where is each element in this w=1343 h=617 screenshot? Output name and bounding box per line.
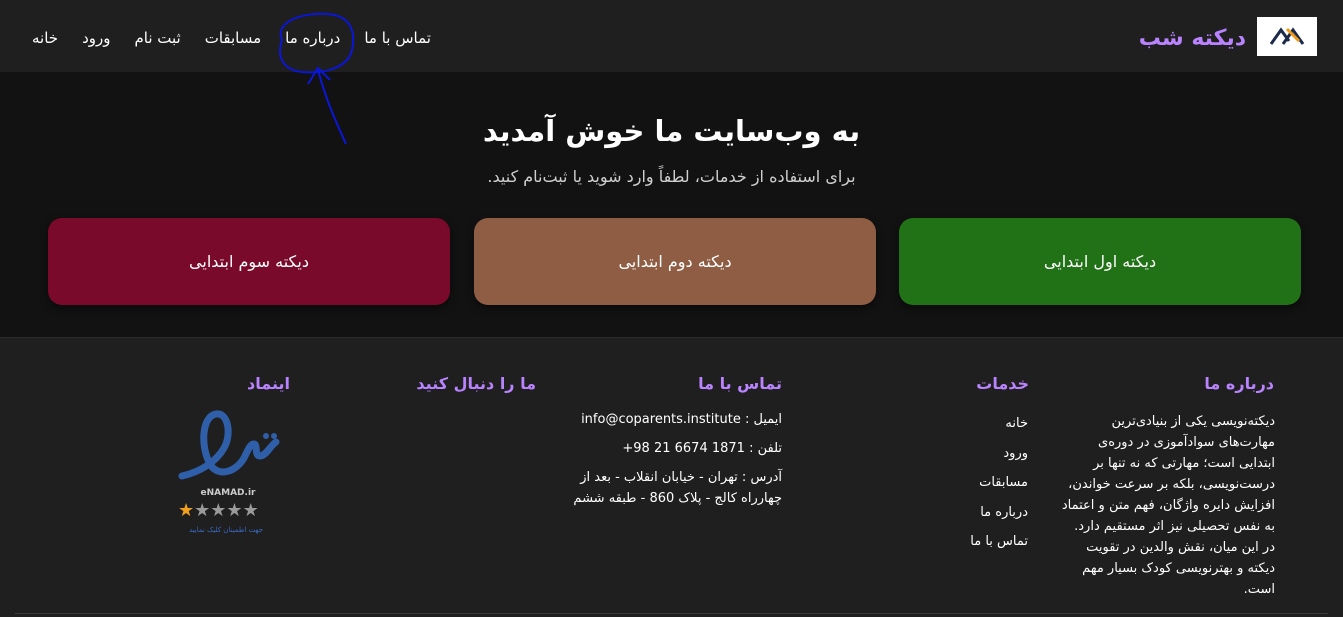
footer-contact-block: ایمیل : info@coparents.institute تلفن : …: [560, 409, 782, 517]
hero-title: به وب‌سایت ما خوش آمدید: [482, 114, 861, 148]
nav-link-register[interactable]: ثبت نام: [122, 24, 192, 54]
footer-services-title: خدمات: [976, 374, 1029, 393]
footer-divider: [15, 613, 1328, 614]
card-dictation-grade-3[interactable]: دیکته سوم ابتدایی: [48, 218, 450, 305]
enamad-logo-icon: [178, 410, 280, 480]
enamad-brand-word: eNAMAD.ir: [200, 488, 256, 498]
site-footer: درباره ما دیکته‌نویسی یکی از بنیادی‌ترین…: [0, 337, 1343, 617]
nav-link-home[interactable]: خانه: [20, 24, 70, 54]
star-empty-icon: ★: [210, 500, 227, 521]
footer-service-login[interactable]: ورود: [900, 439, 1028, 469]
footer-service-about[interactable]: درباره ما: [900, 498, 1028, 528]
star-empty-icon: ★: [226, 500, 243, 521]
enamad-rating-stars: ★★★★★: [178, 502, 278, 520]
nav-link-contact[interactable]: تماس با ما: [352, 24, 443, 54]
contact-address: آدرس : تهران - خیابان انقلاب - بعد از چه…: [573, 470, 782, 506]
logo-mark-icon: [1269, 27, 1305, 45]
footer-about-title: درباره ما: [1204, 374, 1274, 393]
enamad-badge[interactable]: eNAMAD.ir ★★★★★ جهت اطمینان کلیک نمایید: [170, 406, 282, 538]
star-empty-icon: ★: [242, 500, 259, 521]
nav-link-login[interactable]: ورود: [70, 24, 122, 54]
footer-about-text: دیکته‌نویسی یکی از بنیادی‌ترین مهارت‌های…: [1061, 414, 1275, 597]
star-filled-icon: ★: [178, 500, 195, 521]
footer-contact-title: تماس با ما: [698, 374, 782, 393]
footer-service-home[interactable]: خانه: [900, 409, 1028, 439]
contact-email[interactable]: ایمیل : info@coparents.institute: [560, 409, 782, 430]
nav-links: خانه ورود ثبت نام مسابقات درباره ما تماس…: [20, 24, 443, 54]
contact-phone: تلفن : 1871 6674 21 98+: [622, 441, 782, 456]
card-dictation-grade-1[interactable]: دیکته اول ابتدایی: [899, 218, 1301, 305]
site-brand[interactable]: دیکته شب: [1100, 24, 1246, 54]
footer-follow-title: ما را دنبال کنید: [416, 374, 536, 393]
footer-service-contact[interactable]: تماس با ما: [900, 527, 1028, 557]
nav-link-about[interactable]: درباره ما: [273, 24, 352, 54]
top-navbar: دیکته شب خانه ورود ثبت نام مسابقات دربار…: [0, 0, 1343, 145]
enamad-caption: جهت اطمینان کلیک نمایید: [188, 526, 264, 534]
card-dictation-grade-2[interactable]: دیکته دوم ابتدایی: [474, 218, 876, 305]
star-empty-icon: ★: [194, 500, 211, 521]
footer-enamad-title: اینماد: [247, 374, 290, 393]
footer-service-competitions[interactable]: مسابقات: [900, 468, 1028, 498]
footer-services-list: خانه ورود مسابقات درباره ما تماس با ما: [900, 409, 1028, 557]
site-logo[interactable]: [1257, 17, 1317, 56]
hero-subtitle: برای استفاده از خدمات، لطفاً وارد شوید ی…: [487, 167, 856, 186]
nav-link-competitions[interactable]: مسابقات: [193, 24, 273, 54]
